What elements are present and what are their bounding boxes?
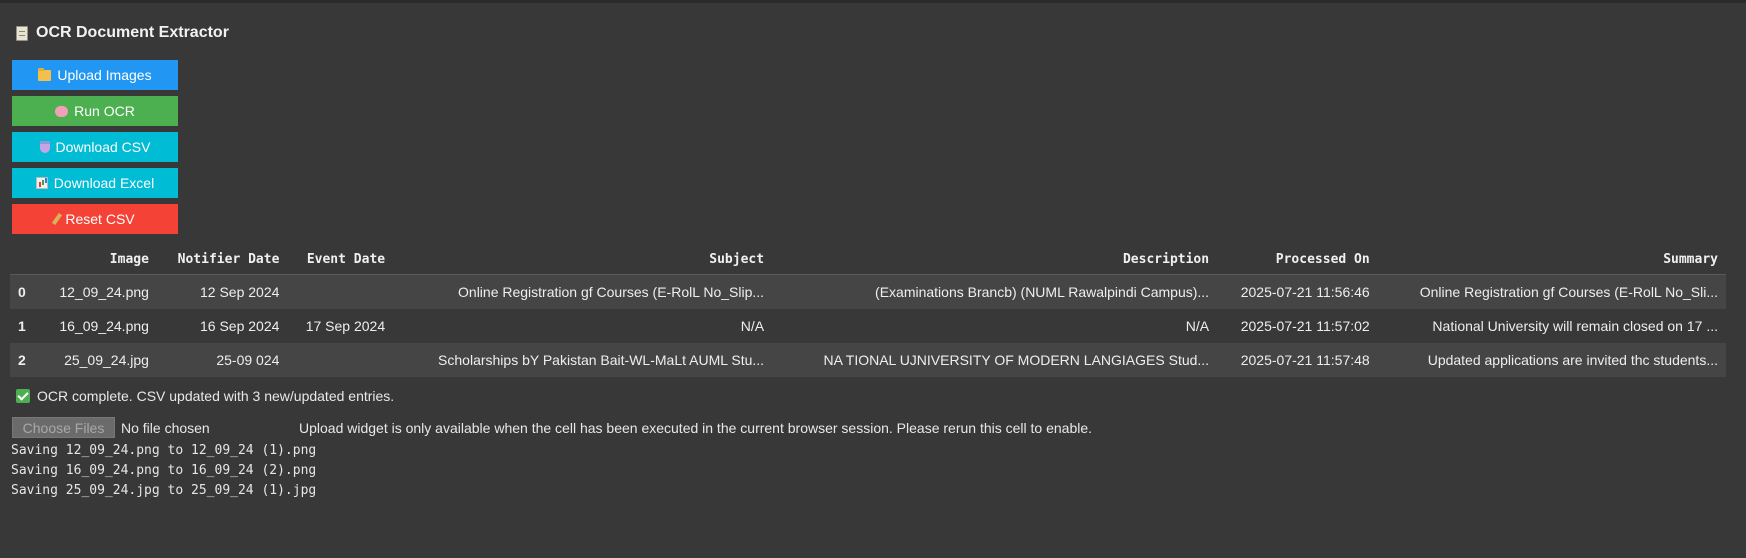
reset-csv-button[interactable]: Reset CSV: [12, 204, 178, 234]
row-index: 0: [10, 274, 40, 309]
cell-image: 12_09_24.png: [40, 274, 157, 309]
output-log: Saving 12_09_24.png to 12_09_24 (1).png …: [11, 441, 316, 501]
cell-image: 25_09_24.jpg: [40, 343, 157, 377]
flask-icon: [39, 141, 50, 153]
broom-icon: [52, 212, 63, 226]
col-header-notifier-date: Notifier Date: [156, 244, 288, 275]
col-header-description: Description: [772, 244, 1218, 275]
col-header-summary: Summary: [1377, 244, 1726, 275]
cell-description: N/A: [772, 309, 1218, 343]
top-divider: [0, 0, 1746, 3]
cell-event-date: [287, 274, 394, 309]
status-text: OCR complete. CSV updated with 3 new/upd…: [37, 388, 395, 404]
cell-notifier-date: 25-09 024: [156, 343, 288, 377]
row-index: 1: [10, 309, 40, 343]
col-header-index: [10, 244, 40, 275]
no-file-chosen-text: No file chosen: [121, 419, 210, 436]
upload-widget-note: Upload widget is only available when the…: [299, 419, 1093, 436]
cell-subject: N/A: [393, 309, 773, 343]
cell-description: NA TIONAL UJNIVERSITY OF MODERN LANGIAGE…: [772, 343, 1218, 377]
col-header-image: Image: [40, 244, 157, 275]
cell-notifier-date: 12 Sep 2024: [156, 274, 288, 309]
col-header-event-date: Event Date: [287, 244, 394, 275]
cell-summary: Updated applications are invited thc stu…: [1377, 343, 1726, 377]
table-row: 1 16_09_24.png 16 Sep 2024 17 Sep 2024 N…: [10, 309, 1726, 343]
log-line: Saving 25_09_24.jpg to 25_09_24 (1).jpg: [11, 483, 317, 498]
file-upload-widget: Choose Files No file chosen Upload widge…: [12, 417, 1092, 438]
app-header: OCR Document Extractor: [16, 24, 229, 42]
cell-description: (Examinations Brancb) (NUML Rawalpindi C…: [772, 274, 1218, 309]
table-row: 0 12_09_24.png 12 Sep 2024 Online Regist…: [10, 274, 1726, 309]
col-header-processed-on: Processed On: [1217, 244, 1378, 275]
brain-icon: [55, 105, 69, 117]
folder-icon: [38, 67, 52, 81]
check-icon: [16, 389, 30, 403]
log-line: Saving 12_09_24.png to 12_09_24 (1).png: [11, 443, 317, 458]
log-line: Saving 16_09_24.png to 16_09_24 (2).png: [11, 463, 317, 478]
run-ocr-label: Run OCR: [74, 103, 135, 119]
row-index: 2: [10, 343, 40, 377]
app-title: OCR Document Extractor: [36, 24, 229, 41]
cell-event-date: 17 Sep 2024: [287, 309, 394, 343]
download-csv-label: Download CSV: [55, 139, 151, 155]
col-header-subject: Subject: [393, 244, 773, 275]
run-ocr-button[interactable]: Run OCR: [12, 96, 178, 126]
cell-image: 16_09_24.png: [40, 309, 157, 343]
table-row: 2 25_09_24.jpg 25-09 024 Scholarships bY…: [10, 343, 1726, 377]
cell-processed-on: 2025-07-21 11:56:46: [1217, 274, 1378, 309]
results-table: Image Notifier Date Event Date Subject D…: [10, 244, 1726, 377]
cell-subject: Scholarships bY Pakistan Bait-WL-MaLt AU…: [393, 343, 773, 377]
table-header-row: Image Notifier Date Event Date Subject D…: [10, 244, 1726, 275]
cell-processed-on: 2025-07-21 11:57:48: [1217, 343, 1378, 377]
document-icon: [16, 25, 28, 41]
cell-summary: Online Registration gf Courses (E-RolL N…: [1377, 274, 1726, 309]
download-excel-button[interactable]: Download Excel: [12, 168, 178, 198]
bar-chart-icon: [35, 177, 48, 189]
download-excel-label: Download Excel: [53, 175, 155, 191]
download-csv-button[interactable]: Download CSV: [12, 132, 178, 162]
cell-subject: Online Registration gf Courses (E-RolL N…: [393, 274, 773, 309]
cell-processed-on: 2025-07-21 11:57:02: [1217, 309, 1378, 343]
upload-images-label: Upload Images: [57, 67, 152, 83]
reset-csv-label: Reset CSV: [65, 211, 135, 227]
cell-notifier-date: 16 Sep 2024: [156, 309, 288, 343]
cell-event-date: [287, 343, 394, 377]
cell-summary: National University will remain closed o…: [1377, 309, 1726, 343]
status-message: OCR complete. CSV updated with 3 new/upd…: [16, 388, 394, 404]
upload-images-button[interactable]: Upload Images: [12, 60, 178, 90]
choose-files-button[interactable]: Choose Files: [12, 417, 115, 438]
